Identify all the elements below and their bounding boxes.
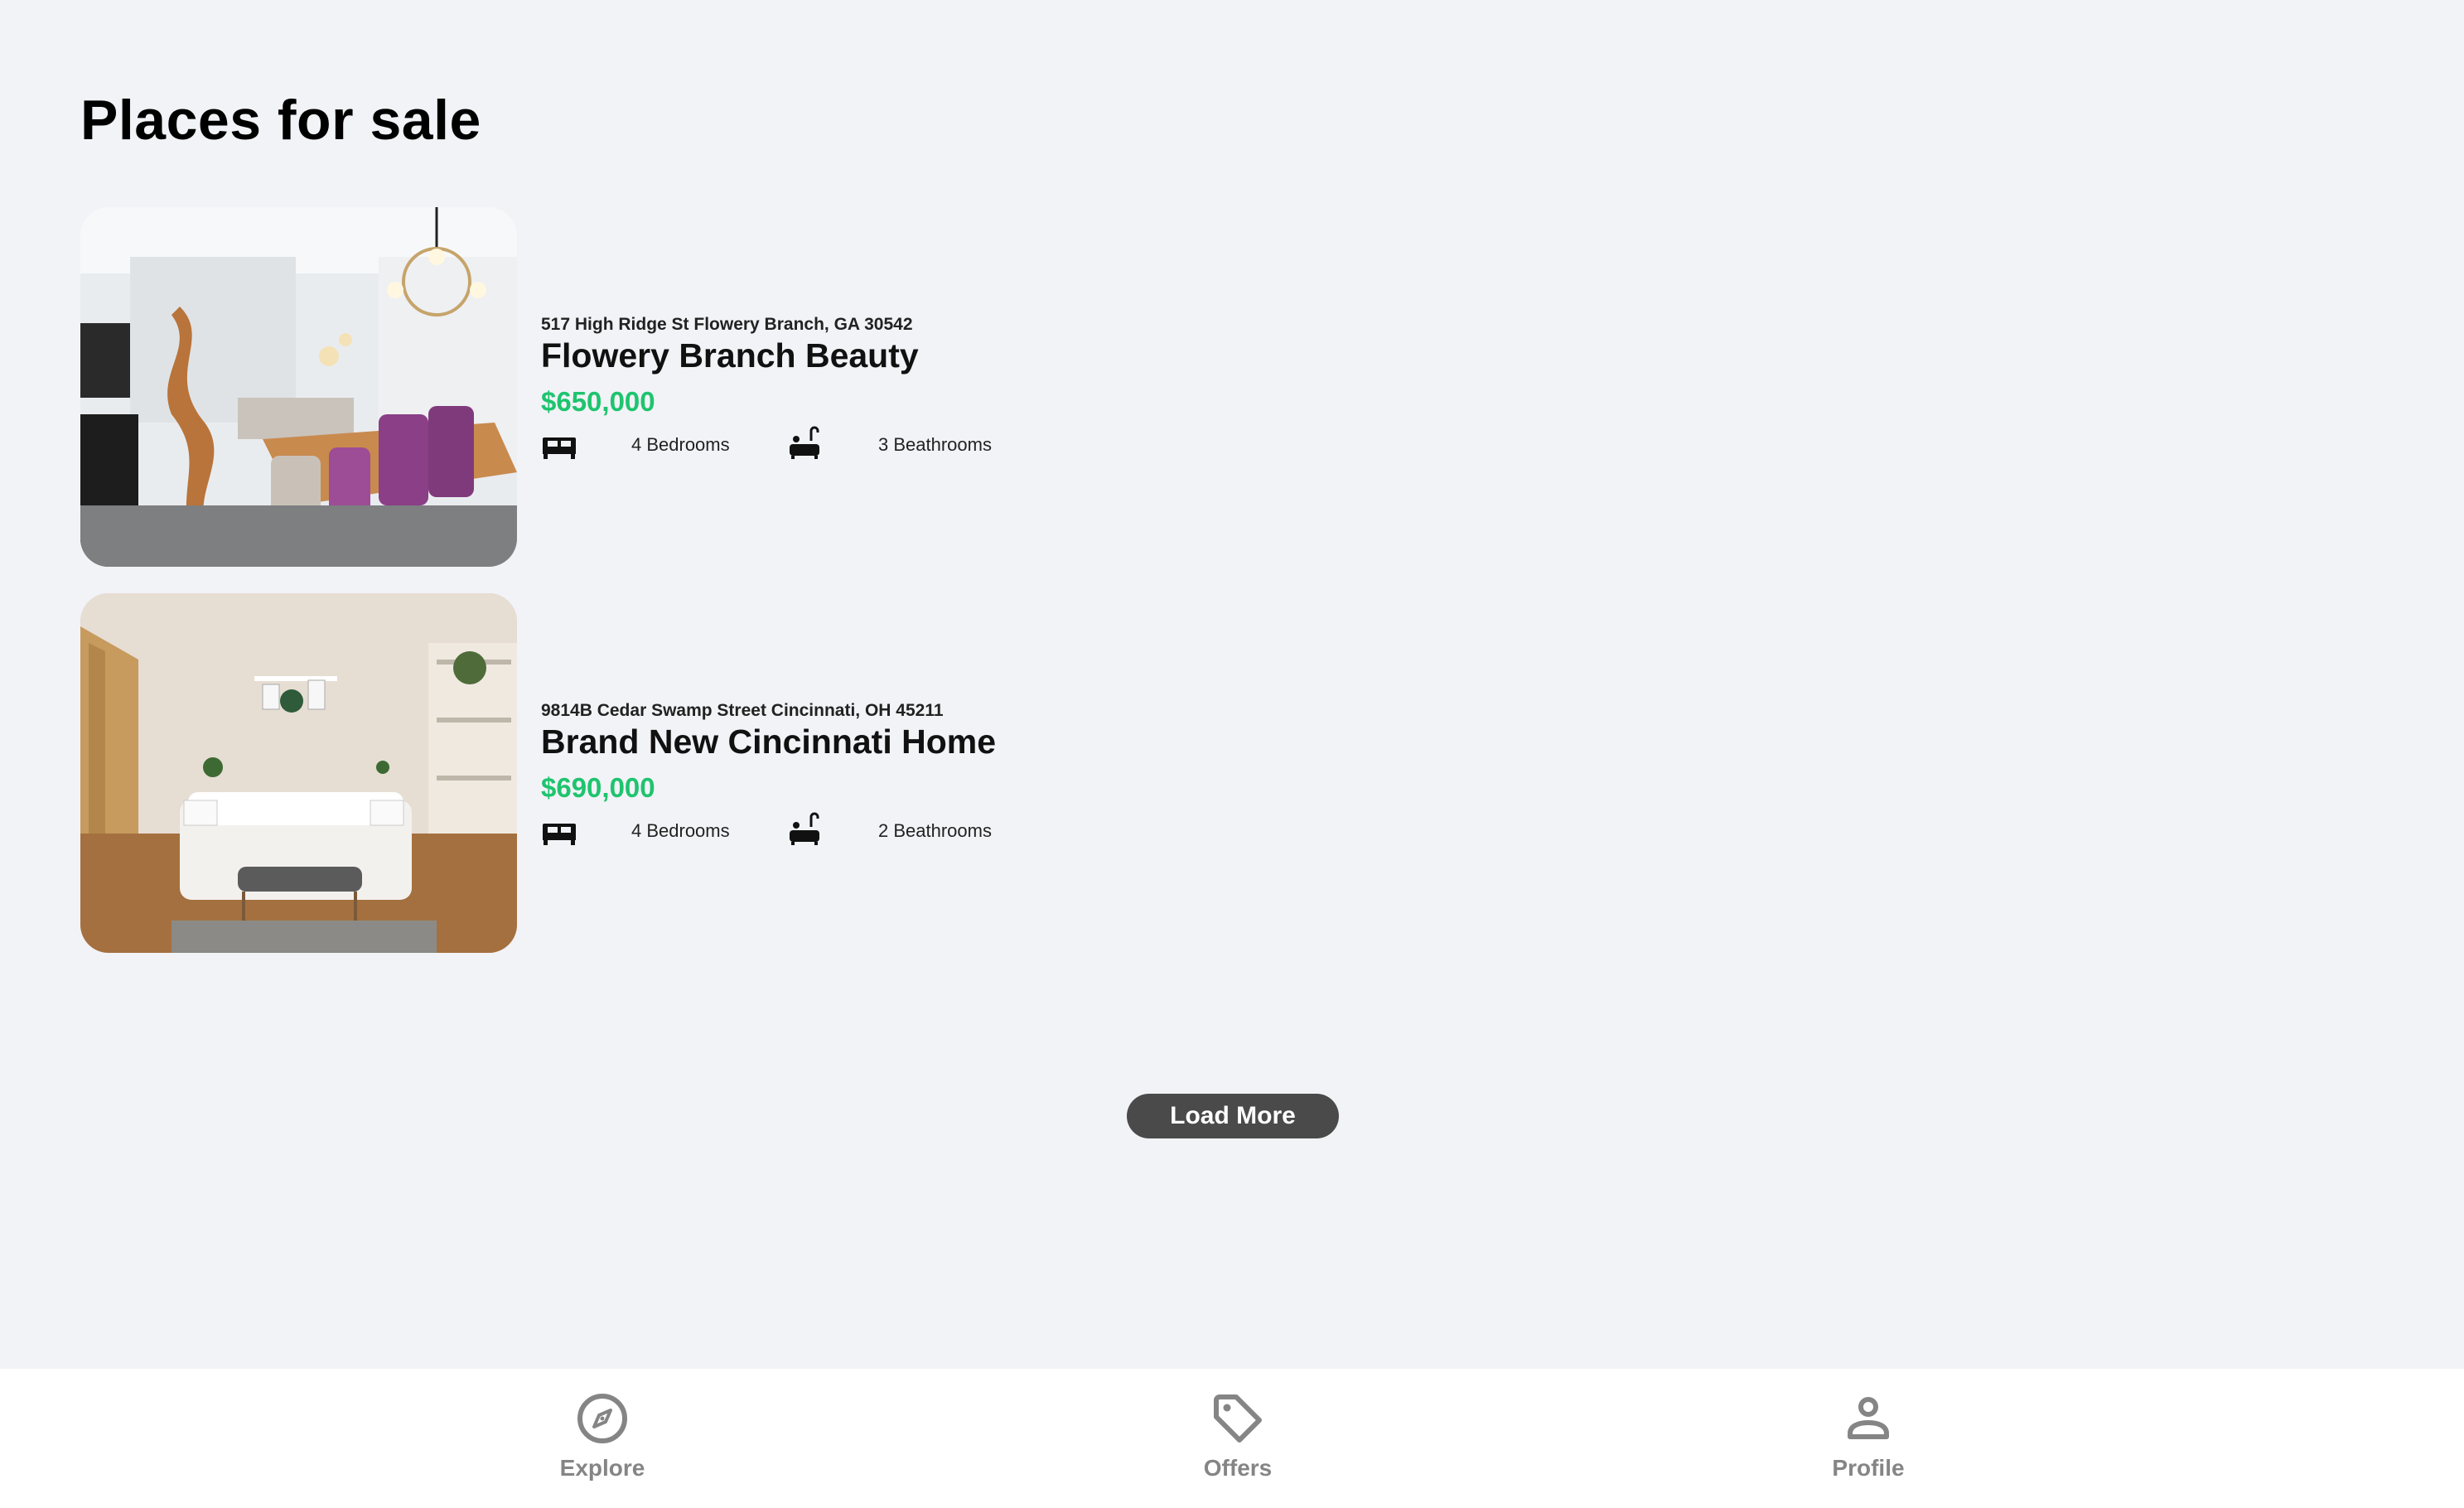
listing-photo[interactable] [80, 593, 517, 953]
bedroom-photo [80, 593, 517, 953]
listing-info: 9814B Cedar Swamp Street Cincinnati, OH … [541, 593, 1154, 953]
nav-item-offers[interactable]: Offers [1155, 1392, 1321, 1491]
listing-photo[interactable] [80, 207, 517, 567]
listing-price: $690,000 [541, 772, 655, 803]
dining-room-photo [80, 207, 517, 567]
bathtub-icon [786, 810, 823, 847]
bed-icon [541, 428, 577, 464]
bottom-nav: Explore Offers Profile [0, 1369, 2464, 1508]
listing-card[interactable]: 517 High Ridge St Flowery Branch, GA 305… [80, 207, 1157, 567]
listing-card[interactable]: 9814B Cedar Swamp Street Cincinnati, OH … [80, 593, 1157, 953]
listing-address: 517 High Ridge St Flowery Branch, GA 305… [541, 315, 913, 334]
tag-icon [1211, 1392, 1264, 1445]
nav-label-offers: Offers [1203, 1455, 1273, 1481]
nav-label-profile: Profile [1832, 1455, 1905, 1481]
load-more-button[interactable]: Load More [1127, 1094, 1339, 1138]
nav-item-profile[interactable]: Profile [1785, 1392, 1951, 1491]
bedrooms-count: 4 Bedrooms [631, 434, 730, 455]
person-icon [1842, 1392, 1895, 1445]
listing-name[interactable]: Brand New Cincinnati Home [541, 723, 996, 761]
bathtub-icon [786, 424, 823, 461]
bathrooms-count: 3 Beathrooms [878, 434, 992, 455]
compass-icon [576, 1392, 629, 1445]
nav-label-explore: Explore [559, 1455, 645, 1481]
nav-item-explore[interactable]: Explore [519, 1392, 685, 1491]
listing-info: 517 High Ridge St Flowery Branch, GA 305… [541, 207, 1154, 567]
page-title: Places for sale [80, 89, 481, 152]
listing-address: 9814B Cedar Swamp Street Cincinnati, OH … [541, 701, 944, 720]
bathrooms-count: 2 Beathrooms [878, 820, 992, 841]
listing-price: $650,000 [541, 386, 655, 417]
listing-name[interactable]: Flowery Branch Beauty [541, 336, 919, 375]
bedrooms-count: 4 Bedrooms [631, 820, 730, 841]
bed-icon [541, 814, 577, 850]
